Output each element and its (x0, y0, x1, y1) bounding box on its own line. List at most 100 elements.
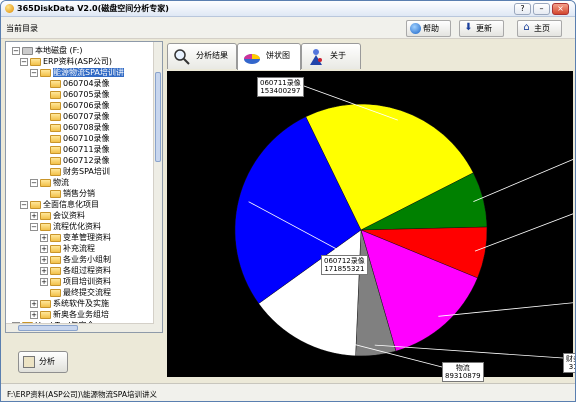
folder-icon (50, 112, 61, 121)
refresh-button[interactable]: ⬇ 更新 (459, 20, 504, 37)
tab-pie-chart[interactable]: 饼状图 (237, 43, 301, 70)
tree-item-label: 060710录像 (63, 134, 110, 143)
tree-item[interactable]: 财务SPA培训 (40, 166, 110, 177)
tree-item-label: 销售分销 (63, 189, 95, 198)
tab-bar: 分析结果 饼状图 关于 (167, 43, 571, 70)
vertical-scrollbar[interactable] (153, 42, 162, 332)
tree-item-label: 最终提交流程 (63, 288, 111, 297)
folder-icon (50, 145, 61, 154)
drive-icon (22, 46, 33, 55)
tab-analysis-result-label: 分析结果 (196, 51, 228, 60)
folder-icon (50, 255, 61, 264)
tab-analysis-result[interactable]: 分析结果 (167, 43, 237, 69)
tree-item[interactable]: + 补充流程 (40, 243, 95, 254)
tree-item[interactable]: − 全面信息化项目 (20, 199, 99, 210)
about-figure-icon (310, 49, 322, 65)
tree-item-label: 系统软件及实施 (53, 299, 109, 308)
app-logo-icon (5, 4, 14, 13)
collapse-icon[interactable]: − (20, 200, 28, 209)
expand-icon[interactable]: + (40, 233, 48, 242)
slice-label-name: 财务SPA培训 (566, 355, 575, 363)
analyze-button[interactable]: 分析 (18, 351, 68, 373)
slice-label-name: 060711录像 (260, 79, 301, 87)
tree-item-label: 060706录像 (63, 101, 110, 110)
tree-item[interactable]: − ERP资料(ASP公司) (20, 56, 112, 67)
expand-icon[interactable]: + (40, 244, 48, 253)
pie-chart-panel: 060711录像153400297060706录像44147681060704录… (167, 71, 575, 382)
window-title: 365DiskData V2.0(磁盘空间分析专家) (17, 4, 169, 13)
folder-icon (50, 233, 61, 242)
slice-label-name: 物流 (455, 364, 470, 372)
folder-icon (50, 167, 61, 176)
expand-icon[interactable]: + (30, 299, 38, 308)
tree-item[interactable]: 060711录像 (40, 144, 110, 155)
analyze-icon (23, 356, 35, 368)
expand-icon[interactable]: + (40, 266, 48, 275)
leader-line (374, 344, 564, 359)
directory-tree[interactable]: − 本地磁盘 (F:) − ERP资料(ASP公司) − 能源物流SPA培训讲 060704… (5, 41, 163, 333)
tree-item[interactable]: + 各业务小组制 (40, 254, 111, 265)
tree-item[interactable]: 060705录像 (40, 89, 110, 100)
home-button[interactable]: ⌂ 主页 (517, 20, 562, 37)
folder-icon (50, 266, 61, 275)
magnifier-icon (174, 49, 190, 65)
help-button-label: 帮助 (423, 24, 439, 33)
tree-item[interactable]: + 项目培训资料 (40, 276, 111, 287)
toolbar: 当前目录 帮助 ⬇ 更新 ⌂ 主页 (1, 17, 575, 39)
slice-label: 物流 89310879 (442, 362, 484, 382)
close-button[interactable]: × (552, 3, 569, 15)
tree-item[interactable]: 销售分销 (40, 188, 95, 199)
pie-chart-icon (244, 54, 260, 64)
status-path: F:\ERP资料(ASP公司)\能源物流SPA培训讲义 (7, 390, 157, 399)
tree-item[interactable]: 最终提交流程 (40, 287, 111, 298)
tree-item[interactable]: 060712录像 (40, 155, 110, 166)
vertical-scroll-thumb[interactable] (155, 72, 161, 162)
tree-item[interactable]: + 各组过程资料 (40, 265, 111, 276)
status-bar: F:\ERP资料(ASP公司)\能源物流SPA培训讲义 (1, 383, 575, 401)
tree-item[interactable]: 060708录像 (40, 122, 110, 133)
tree-item[interactable]: + 会议资料 (30, 210, 85, 221)
tree-item[interactable]: 060706录像 (40, 100, 110, 111)
folder-icon (40, 299, 51, 308)
expand-icon[interactable]: + (40, 255, 48, 264)
pie-chart (234, 81, 575, 368)
collapse-icon[interactable]: − (30, 222, 38, 231)
tree-item[interactable]: − 本地磁盘 (F:) (12, 45, 82, 56)
folder-icon (40, 211, 51, 220)
tree-item[interactable]: − 流程优化资料 (30, 221, 101, 232)
tree-item[interactable]: + 新奥各业务组培 (30, 309, 109, 320)
expand-icon[interactable]: + (40, 277, 48, 286)
tree-item-label: 补充流程 (63, 244, 95, 253)
expand-icon[interactable]: + (30, 310, 38, 319)
tree-item[interactable]: 060707录像 (40, 111, 110, 122)
collapse-icon[interactable]: − (30, 178, 38, 187)
tree-item-label: ERP资料(ASP公司) (43, 57, 113, 66)
tree-item-label: 060705录像 (63, 90, 110, 99)
help-button[interactable]: 帮助 (406, 20, 451, 37)
current-dir-label: 当前目录 (6, 24, 38, 33)
tree-item[interactable]: − 物流 (30, 177, 69, 188)
tree-item[interactable]: 060710录像 (40, 133, 110, 144)
collapse-icon[interactable]: − (12, 46, 20, 55)
slice-label-value: 171855321 (324, 265, 365, 273)
help-window-button[interactable]: ? (514, 3, 531, 15)
horizontal-scroll-thumb[interactable] (18, 325, 78, 331)
tree-item[interactable]: + 变革管理资料 (40, 232, 111, 243)
collapse-icon[interactable]: − (30, 68, 38, 77)
folder-icon (40, 68, 51, 77)
folder-icon (50, 101, 61, 110)
tab-about[interactable]: 关于 (301, 43, 361, 69)
folder-icon (40, 178, 51, 187)
tree-item[interactable]: − 能源物流SPA培训讲 (30, 67, 124, 78)
folder-icon (50, 277, 61, 286)
minimize-button[interactable]: – (533, 3, 550, 15)
down-arrow-icon: ⬇ (464, 22, 473, 33)
expand-icon[interactable]: + (30, 211, 38, 220)
collapse-icon[interactable]: − (20, 57, 28, 66)
slice-label: 财务SPA培训31967744 (563, 353, 575, 373)
tree-item[interactable]: + 系统软件及实施 (30, 298, 109, 309)
tree-item-label: 060704录像 (63, 79, 110, 88)
horizontal-scrollbar[interactable] (6, 323, 154, 332)
tree-item[interactable]: 060704录像 (40, 78, 110, 89)
slice-label-value: 153400297 (260, 87, 301, 95)
